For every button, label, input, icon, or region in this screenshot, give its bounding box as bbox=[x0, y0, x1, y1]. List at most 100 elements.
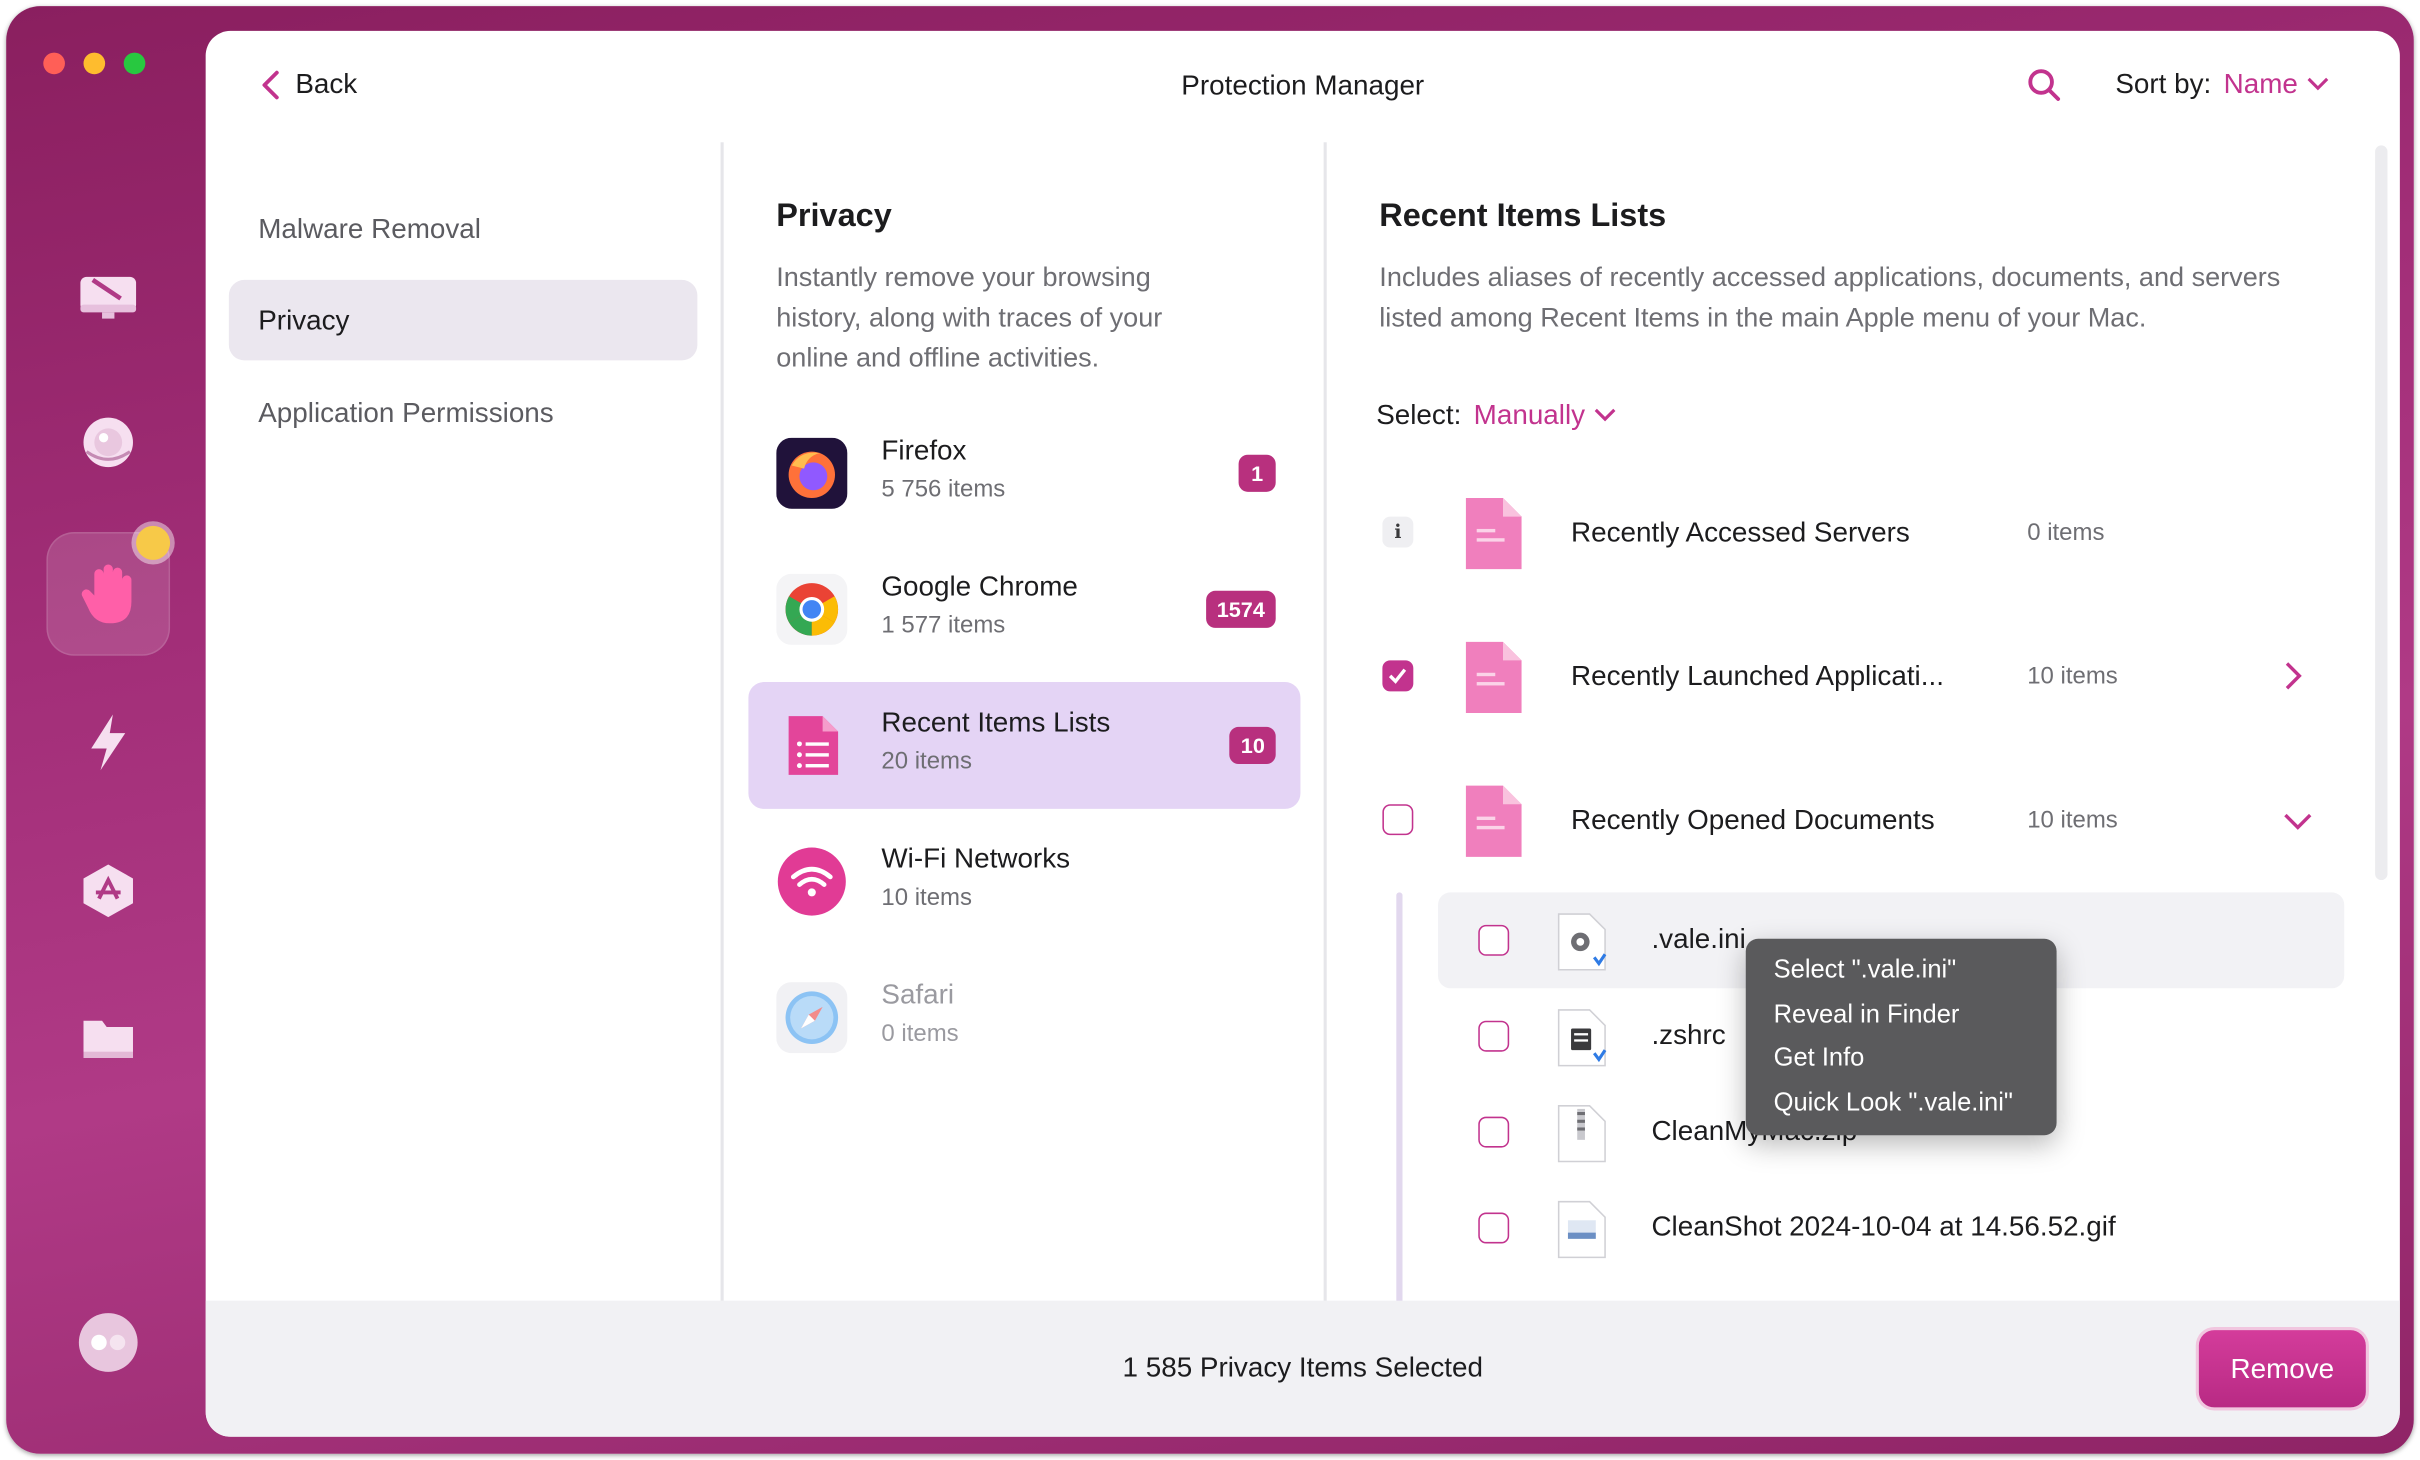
sort-value: Name bbox=[2223, 68, 2298, 99]
config-file-icon bbox=[1557, 913, 1607, 971]
category-row-recently-opened-documents[interactable]: Recently Opened Documents 10 items bbox=[1379, 770, 2338, 872]
category-name: Recently Launched Applicati... bbox=[1571, 660, 1944, 692]
app-row-wifi-networks[interactable]: Wi-Fi Networks 10 items bbox=[748, 818, 1300, 945]
select-label: Select: bbox=[1376, 399, 1462, 430]
app-item-count: 0 items bbox=[881, 1020, 959, 1048]
file-name: .vale.ini bbox=[1651, 923, 1746, 955]
nav-item-label: Malware Removal bbox=[258, 212, 481, 244]
firefox-icon bbox=[776, 437, 848, 509]
category-count: 0 items bbox=[2027, 519, 2105, 546]
chevron-right-icon[interactable] bbox=[2282, 660, 2304, 691]
category-count: 10 items bbox=[2027, 807, 2118, 834]
file-checkbox[interactable] bbox=[1478, 1212, 1510, 1244]
column-divider bbox=[1323, 142, 1327, 1303]
context-menu-item-quick-look[interactable]: Quick Look ".vale.ini" bbox=[1746, 1080, 2057, 1124]
chevron-down-icon bbox=[2307, 77, 2329, 91]
app-name: Safari bbox=[881, 978, 955, 1010]
app-name: Wi-Fi Networks bbox=[881, 842, 1071, 874]
zoom-window-button[interactable] bbox=[123, 52, 146, 75]
file-checkbox[interactable] bbox=[1478, 1020, 1510, 1052]
nav-item-application-permissions[interactable]: Application Permissions bbox=[229, 373, 698, 453]
protection-shield-icon[interactable] bbox=[46, 380, 170, 504]
safari-icon bbox=[776, 982, 848, 1054]
sort-value-dropdown[interactable]: Name bbox=[2224, 68, 2329, 100]
sort-control[interactable]: Sort by: Name bbox=[2115, 68, 2329, 100]
app-item-count: 5 756 items bbox=[881, 476, 1006, 503]
document-icon bbox=[1465, 641, 1522, 713]
app-row-google-chrome[interactable]: Google Chrome 1 577 items 1574 bbox=[748, 546, 1300, 673]
privacy-description: Instantly remove your browsing history, … bbox=[776, 261, 1163, 373]
category-row-recently-accessed-servers[interactable]: i Recently Accessed Servers 0 items bbox=[1379, 483, 2338, 585]
chevron-down-icon[interactable] bbox=[2282, 810, 2313, 832]
nav-item-privacy[interactable]: Privacy bbox=[228, 279, 698, 361]
app-item-count: 20 items bbox=[881, 748, 972, 775]
assistant-icon[interactable] bbox=[46, 1281, 170, 1405]
text-file-icon bbox=[1557, 1009, 1607, 1067]
app-window: Back Protection Manager Sort by: Name Ma… bbox=[6, 6, 2414, 1454]
app-row-firefox[interactable]: Firefox 5 756 items 1 bbox=[748, 410, 1300, 537]
category-name: Recently Opened Documents bbox=[1571, 804, 1935, 836]
context-menu-item-select[interactable]: Select ".vale.ini" bbox=[1746, 948, 2057, 992]
privacy-title: Privacy bbox=[776, 197, 892, 234]
toolbar: Back Protection Manager Sort by: Name bbox=[206, 31, 2400, 142]
wifi-icon bbox=[777, 847, 846, 916]
context-menu-item-reveal-in-finder[interactable]: Reveal in Finder bbox=[1746, 992, 2057, 1036]
close-window-button[interactable] bbox=[43, 52, 65, 75]
file-row[interactable]: CleanShot 2024-10-04 at 14.56.52.gif bbox=[1438, 1180, 2344, 1276]
category-name: Recently Accessed Servers bbox=[1571, 516, 1910, 548]
document-icon bbox=[1465, 498, 1522, 570]
column-divider bbox=[720, 142, 724, 1303]
selected-count-badge: 1574 bbox=[1205, 590, 1276, 628]
applications-icon[interactable] bbox=[46, 829, 170, 953]
recent-items-title: Recent Items Lists bbox=[1379, 197, 1667, 234]
category-checkbox[interactable] bbox=[1382, 660, 1414, 692]
document-icon bbox=[1465, 785, 1522, 857]
file-checkbox[interactable] bbox=[1478, 924, 1510, 956]
app-name: Recent Items Lists bbox=[881, 706, 1111, 738]
notification-dot bbox=[136, 525, 171, 560]
app-item-count: 1 577 items bbox=[881, 612, 1006, 639]
footer-bar: 1 585 Privacy Items Selected Remove bbox=[205, 1300, 2400, 1437]
speed-bolt-icon[interactable] bbox=[46, 681, 170, 805]
context-menu: Select ".vale.ini" Reveal in Finder Get … bbox=[1745, 938, 2057, 1136]
select-mode-control: Select: Manually bbox=[1376, 399, 1616, 431]
category-count: 10 items bbox=[2027, 663, 2118, 690]
nav-item-label: Privacy bbox=[258, 303, 350, 335]
smart-care-icon[interactable] bbox=[46, 232, 170, 356]
scrollbar[interactable] bbox=[2375, 145, 2388, 881]
chrome-icon bbox=[776, 573, 848, 645]
app-name: Firefox bbox=[881, 434, 967, 466]
recent-items-description: Includes aliases of recently accessed ap… bbox=[1379, 261, 2281, 333]
selected-count-badge: 10 bbox=[1229, 726, 1276, 765]
select-mode-value: Manually bbox=[1473, 399, 1586, 430]
checkmark-icon bbox=[1388, 668, 1407, 684]
recent-items-list-icon bbox=[788, 716, 839, 775]
info-icon[interactable]: i bbox=[1382, 516, 1414, 548]
selected-count-badge: 1 bbox=[1238, 454, 1276, 492]
search-icon[interactable] bbox=[2027, 68, 2061, 110]
category-row-recently-launched-applications[interactable]: Recently Launched Applicati... 10 items bbox=[1379, 626, 2338, 728]
context-menu-item-get-info[interactable]: Get Info bbox=[1746, 1036, 2057, 1080]
category-checkbox[interactable] bbox=[1382, 804, 1414, 836]
app-name: Google Chrome bbox=[881, 570, 1078, 602]
files-folder-icon[interactable] bbox=[46, 977, 170, 1101]
app-row-recent-items-lists[interactable]: Recent Items Lists 20 items 10 bbox=[748, 682, 1301, 809]
app-row-safari[interactable]: Safari 0 items bbox=[748, 954, 1300, 1081]
chevron-down-icon bbox=[1594, 408, 1616, 422]
app-item-count: 10 items bbox=[881, 884, 972, 911]
file-checkbox[interactable] bbox=[1478, 1116, 1510, 1148]
remove-button[interactable]: Remove bbox=[2198, 1330, 2366, 1408]
tree-indent-line bbox=[1396, 892, 1403, 1310]
select-mode-dropdown[interactable]: Manually bbox=[1474, 399, 1616, 431]
zip-file-icon bbox=[1557, 1105, 1606, 1163]
minimize-window-button[interactable] bbox=[83, 52, 106, 75]
page-title: Protection Manager bbox=[1181, 69, 1425, 101]
gif-file-icon bbox=[1557, 1200, 1606, 1259]
selection-summary: 1 585 Privacy Items Selected bbox=[1122, 1351, 1483, 1383]
nav-item-label: Application Permissions bbox=[258, 396, 554, 428]
file-name: CleanShot 2024-10-04 at 14.56.52.gif bbox=[1651, 1210, 2116, 1242]
sort-label: Sort by: bbox=[2115, 68, 2212, 99]
nav-item-malware-removal[interactable]: Malware Removal bbox=[229, 189, 698, 269]
main-panel: Back Protection Manager Sort by: Name Ma… bbox=[205, 30, 2400, 1437]
file-name: .zshrc bbox=[1651, 1019, 1726, 1051]
